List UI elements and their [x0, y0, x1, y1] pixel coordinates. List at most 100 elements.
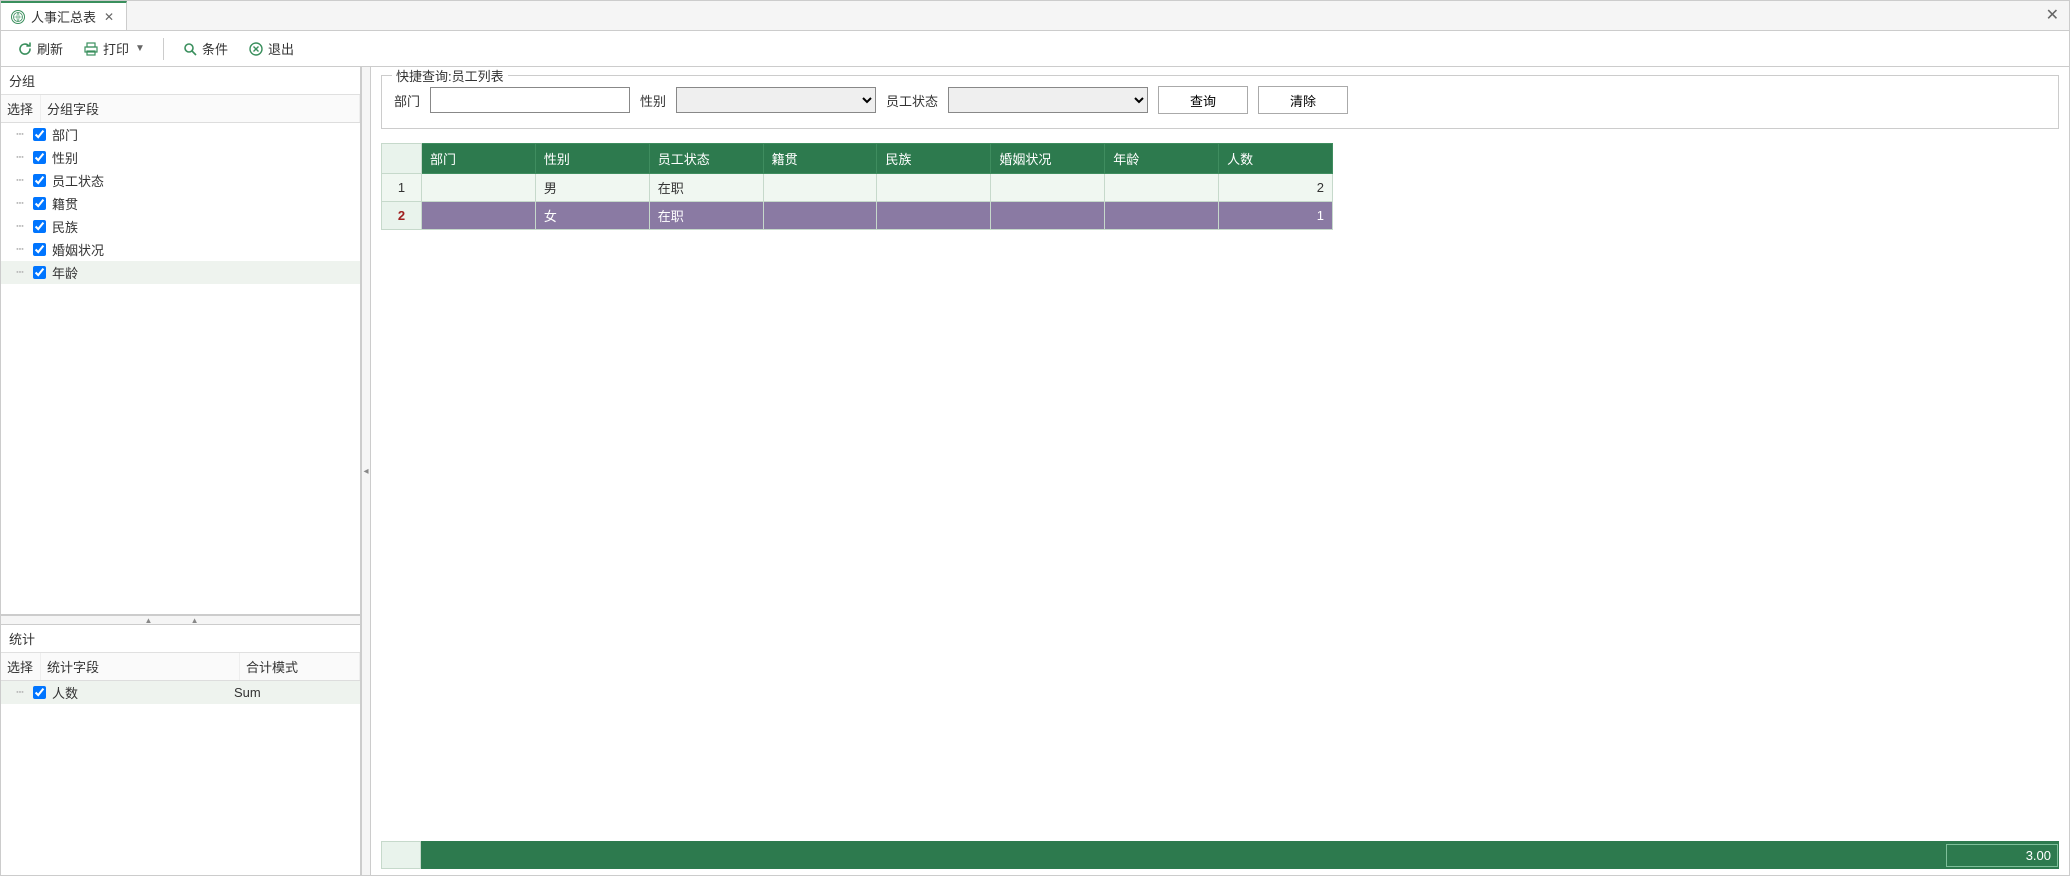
group-item-checkbox[interactable]	[33, 128, 46, 141]
grid-header-row: 部门性别员工状态籍贯民族婚姻状况年龄人数	[382, 144, 1333, 174]
group-panel-title: 分组	[1, 67, 360, 95]
query-fieldset: 快捷查询:员工列表 部门 性别 员工状态 查询 清除	[381, 75, 2059, 129]
tree-connector-icon: ⋯	[7, 265, 33, 280]
group-item-checkbox[interactable]	[33, 197, 46, 210]
grid-column-header[interactable]: 部门	[421, 144, 535, 174]
table-cell: 在职	[649, 202, 763, 230]
tree-connector-icon: ⋯	[7, 173, 33, 188]
group-item-label: 员工状态	[52, 171, 354, 190]
tabbar-close-icon[interactable]: ✕	[2042, 5, 2063, 25]
grid-column-header[interactable]: 员工状态	[649, 144, 763, 174]
table-cell	[421, 174, 535, 202]
gender-select[interactable]	[676, 87, 876, 113]
tree-connector-icon: ⋯	[7, 150, 33, 165]
group-item-checkbox[interactable]	[33, 243, 46, 256]
search-icon	[182, 41, 198, 57]
vertical-splitter[interactable]: ◂	[361, 67, 371, 875]
group-item-label: 年龄	[52, 263, 354, 282]
search-button[interactable]: 查询	[1158, 86, 1248, 114]
toolbar-separator	[163, 38, 164, 60]
grid-footer: 3.00	[381, 841, 2059, 869]
grid-column-header[interactable]: 民族	[877, 144, 991, 174]
group-item-label: 部门	[52, 125, 354, 144]
tree-connector-icon: ⋯	[7, 219, 33, 234]
stats-item[interactable]: ⋯人数Sum	[1, 681, 360, 704]
status-label: 员工状态	[886, 91, 938, 110]
refresh-icon	[17, 41, 33, 57]
table-row[interactable]: 1男在职2	[382, 174, 1333, 202]
clear-button[interactable]: 清除	[1258, 86, 1348, 114]
dept-label: 部门	[394, 91, 420, 110]
refresh-button[interactable]: 刷新	[9, 35, 71, 62]
table-cell	[1105, 174, 1219, 202]
row-number: 1	[382, 174, 422, 202]
group-item[interactable]: ⋯ 员工状态	[1, 169, 360, 192]
status-select[interactable]	[948, 87, 1148, 113]
condition-label: 条件	[202, 39, 228, 58]
group-list: ⋯ 部门 ⋯ 性别 ⋯ 员工状态 ⋯籍贯 ⋯ 民族 ⋯ 婚姻状况 ⋯ 年龄	[1, 123, 360, 614]
refresh-label: 刷新	[37, 39, 63, 58]
grid-column-header[interactable]: 年龄	[1105, 144, 1219, 174]
grid-body: 1男在职22女在职1	[382, 174, 1333, 230]
table-cell	[991, 202, 1105, 230]
grid-column-header[interactable]: 婚姻状况	[991, 144, 1105, 174]
group-item-checkbox[interactable]	[33, 266, 46, 279]
group-item[interactable]: ⋯ 部门	[1, 123, 360, 146]
data-grid-wrap: 部门性别员工状态籍贯民族婚姻状况年龄人数 1男在职22女在职1	[381, 143, 2059, 875]
tab-personnel-summary[interactable]: 人事汇总表 ✕	[1, 1, 127, 30]
query-legend: 快捷查询:员工列表	[392, 67, 508, 85]
group-item[interactable]: ⋯籍贯	[1, 192, 360, 215]
group-item-checkbox[interactable]	[33, 151, 46, 164]
close-circle-icon	[248, 41, 264, 57]
tree-connector-icon: ⋯	[7, 685, 33, 700]
query-row: 部门 性别 员工状态 查询 清除	[394, 86, 2046, 114]
grid-column-header[interactable]: 人数	[1219, 144, 1333, 174]
group-item-checkbox[interactable]	[33, 220, 46, 233]
grid-total-value: 3.00	[1946, 844, 2058, 867]
grid-column-header[interactable]: 性别	[535, 144, 649, 174]
stats-panel-title: 统计	[1, 625, 360, 653]
table-cell: 2	[1219, 174, 1333, 202]
group-item-checkbox[interactable]	[33, 174, 46, 187]
group-item[interactable]: ⋯ 性别	[1, 146, 360, 169]
tree-connector-icon: ⋯	[7, 127, 33, 142]
horizontal-splitter[interactable]: ▲ ▲	[1, 615, 360, 625]
print-icon	[83, 41, 99, 57]
print-label: 打印	[103, 39, 129, 58]
sidebar: 分组 选择 分组字段 ⋯ 部门 ⋯ 性别 ⋯ 员工状态 ⋯籍贯 ⋯ 民族 ⋯ 婚姻状况 ⋯ 年龄 ▲ ▲…	[1, 67, 361, 875]
stats-item-label: 人数	[52, 683, 234, 702]
stats-col-select: 选择	[1, 653, 41, 680]
table-cell: 女	[535, 202, 649, 230]
exit-label: 退出	[268, 39, 294, 58]
stats-list: ⋯人数Sum	[1, 681, 360, 875]
grid-footer-rownum	[381, 841, 421, 869]
exit-button[interactable]: 退出	[240, 35, 302, 62]
toolbar: 刷新 打印 ▼ 条件 退出	[1, 31, 2069, 67]
group-item-label: 婚姻状况	[52, 240, 354, 259]
group-item-label: 民族	[52, 217, 354, 236]
app-window: 人事汇总表 ✕ ✕ 刷新 打印 ▼ 条件	[0, 0, 2070, 876]
table-cell	[877, 174, 991, 202]
table-cell	[991, 174, 1105, 202]
group-item[interactable]: ⋯ 婚姻状况	[1, 238, 360, 261]
table-row[interactable]: 2女在职1	[382, 202, 1333, 230]
table-cell: 1	[1219, 202, 1333, 230]
tree-connector-icon: ⋯	[7, 242, 33, 257]
group-header-row: 选择 分组字段	[1, 95, 360, 123]
table-cell: 在职	[649, 174, 763, 202]
tab-close-icon[interactable]: ✕	[102, 10, 116, 24]
dept-input[interactable]	[430, 87, 630, 113]
group-item[interactable]: ⋯ 民族	[1, 215, 360, 238]
stats-col-mode: 合计模式	[240, 653, 360, 680]
group-item[interactable]: ⋯ 年龄	[1, 261, 360, 284]
group-item-label: 性别	[52, 148, 354, 167]
chevron-down-icon: ▼	[135, 43, 145, 54]
gender-label: 性别	[640, 91, 666, 110]
grid-column-header[interactable]: 籍贯	[763, 144, 877, 174]
table-cell	[763, 174, 877, 202]
stats-panel: 统计 选择 统计字段 合计模式 ⋯人数Sum	[1, 625, 360, 875]
stats-item-checkbox[interactable]	[33, 686, 46, 699]
table-cell	[877, 202, 991, 230]
condition-button[interactable]: 条件	[174, 35, 236, 62]
print-button[interactable]: 打印 ▼	[75, 35, 153, 62]
